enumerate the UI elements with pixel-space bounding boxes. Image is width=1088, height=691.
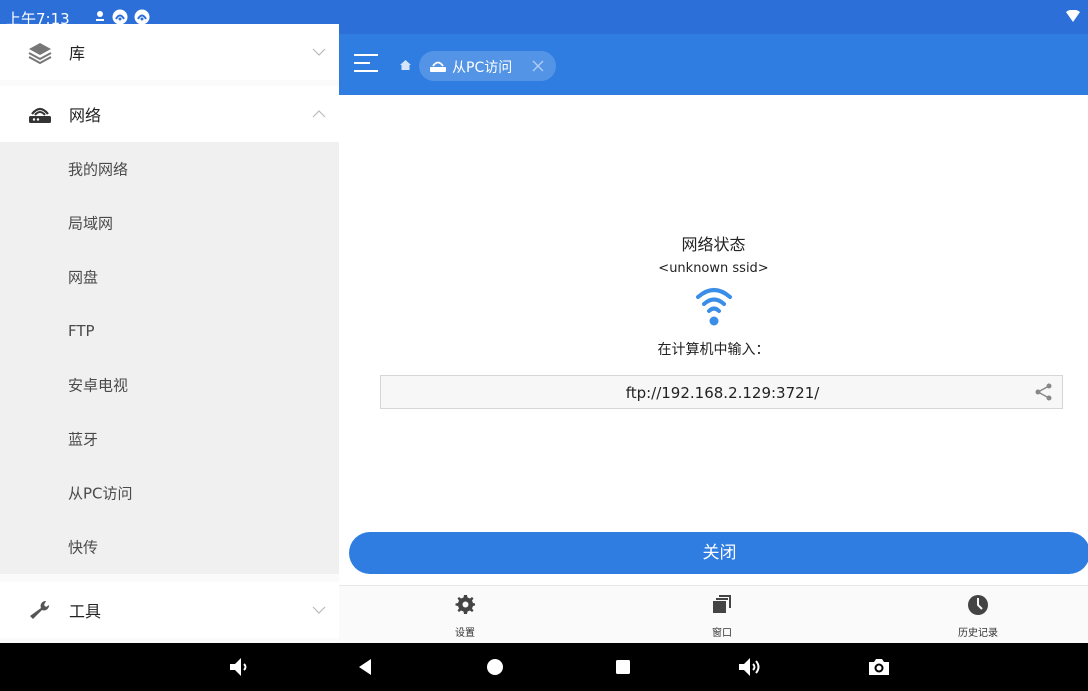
share-icon[interactable] — [1034, 382, 1054, 402]
sidebar-item-label: 局域网 — [68, 214, 114, 233]
layers-icon — [28, 43, 52, 64]
volume-down-icon[interactable] — [226, 655, 252, 679]
ssid-label: <unknown ssid> — [658, 261, 769, 276]
sidebar-item-ftp[interactable]: FTP — [0, 304, 339, 358]
chevron-down-icon — [312, 48, 326, 56]
sidebar-item-label: 网盘 — [68, 268, 99, 287]
home-icon[interactable] — [400, 60, 411, 70]
windows-label: 窗口 — [712, 628, 732, 639]
sidebar-item-label: 从PC访问 — [68, 484, 133, 503]
sidebar-item-label: 蓝牙 — [68, 430, 99, 449]
sidebar-item-my-network[interactable]: 我的网络 — [0, 142, 339, 196]
sidebar-section-label: 网络 — [69, 106, 102, 125]
sidebar-section-tools[interactable]: 工具 — [0, 582, 339, 638]
sidebar-item-android-tv[interactable]: 安卓电视 — [0, 358, 339, 412]
router-icon — [430, 61, 446, 72]
settings-button[interactable]: 设置 — [405, 586, 525, 644]
volume-up-icon[interactable] — [736, 655, 762, 679]
history-label: 历史记录 — [958, 628, 998, 639]
ftp-url: ftp://192.168.2.129:3721/ — [625, 384, 820, 402]
home-nav-icon[interactable] — [482, 655, 508, 679]
sidebar-item-pc-access[interactable]: 从PC访问 — [0, 466, 339, 520]
network-status-title: 网络状态 — [681, 235, 746, 254]
close-icon[interactable] — [532, 60, 544, 72]
instruction-text: 在计算机中输入： — [657, 342, 770, 358]
tab-label: 从PC访问 — [452, 60, 513, 76]
menu-icon[interactable] — [353, 51, 379, 75]
clock-icon — [968, 595, 988, 615]
notification-icon — [96, 11, 104, 21]
sidebar-section-label: 库 — [69, 44, 86, 63]
back-icon[interactable] — [352, 655, 378, 679]
windows-icon — [713, 595, 731, 613]
windows-button[interactable]: 窗口 — [662, 586, 782, 644]
settings-label: 设置 — [455, 628, 475, 639]
sidebar-item-lan[interactable]: 局域网 — [0, 196, 339, 250]
main-content: 网络状态 <unknown ssid> 在计算机中输入： ftp://192.1… — [339, 95, 1088, 585]
app-notification-icon-2 — [134, 9, 150, 25]
app-notification-icon — [112, 9, 128, 25]
sidebar-item-quick-transfer[interactable]: 快传 — [0, 520, 339, 574]
ftp-url-field[interactable]: ftp://192.168.2.129:3721/ — [380, 375, 1063, 409]
sidebar-item-label: FTP — [68, 322, 95, 340]
sidebar-item-label: 安卓电视 — [68, 376, 129, 395]
close-button[interactable]: 关闭 — [349, 532, 1088, 574]
wifi-status-icon — [1066, 10, 1080, 22]
sidebar-section-network[interactable]: 网络 — [0, 86, 339, 142]
sidebar-section-library[interactable]: 库 — [0, 24, 339, 80]
tab-pc-access[interactable]: 从PC访问 — [419, 51, 556, 81]
sidebar: 库 网络 我的网络 局域网 网盘 FTP 安卓电视 蓝牙 从PC访问 快传 工具 — [0, 24, 339, 643]
network-submenu: 我的网络 局域网 网盘 FTP 安卓电视 蓝牙 从PC访问 快传 — [0, 142, 339, 574]
sidebar-item-bluetooth[interactable]: 蓝牙 — [0, 412, 339, 466]
chevron-up-icon — [312, 110, 326, 118]
sidebar-section-label: 工具 — [69, 602, 102, 621]
recents-icon[interactable] — [610, 655, 636, 679]
wrench-icon — [30, 600, 50, 619]
wifi-icon — [696, 288, 732, 326]
app-header: 从PC访问 — [339, 34, 1088, 95]
sidebar-item-cloud-drive[interactable]: 网盘 — [0, 250, 339, 304]
router-icon — [29, 107, 51, 123]
system-nav-bar — [0, 643, 1088, 691]
gear-icon — [455, 595, 475, 614]
sidebar-item-label: 我的网络 — [68, 160, 129, 179]
screenshot-icon[interactable] — [866, 655, 892, 679]
history-button[interactable]: 历史记录 — [918, 586, 1038, 644]
chevron-down-icon — [312, 606, 326, 614]
bottom-toolbar: 设置 窗口 历史记录 — [339, 585, 1088, 643]
sidebar-item-label: 快传 — [68, 538, 99, 557]
